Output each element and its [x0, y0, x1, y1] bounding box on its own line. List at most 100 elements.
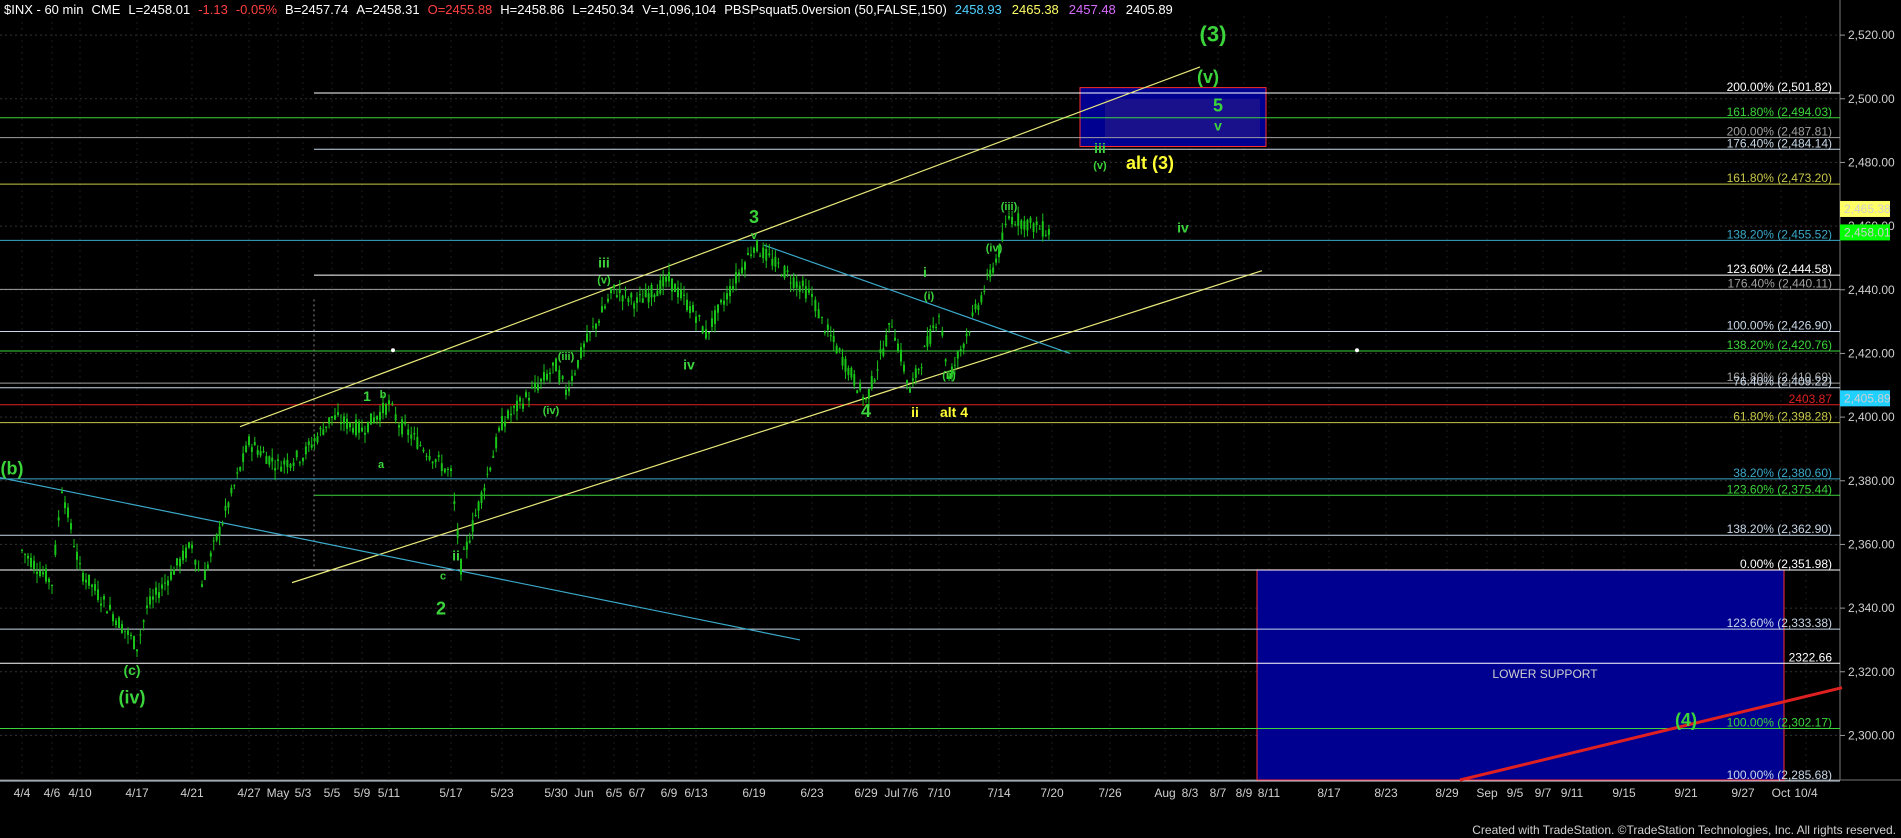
candle-body [683, 294, 685, 296]
header-field: PBSPsquat5.0version (50,FALSE,150) [724, 2, 947, 17]
candle-body [701, 326, 704, 334]
candle-body [431, 461, 434, 464]
y-tick-label: 2,520.00 [1848, 28, 1895, 42]
candle-body [367, 421, 369, 433]
candle-body [698, 315, 701, 317]
candle-body [36, 571, 38, 574]
fib-level-label: 100.00% (2,285.68) [1727, 768, 1832, 782]
x-tick-label: May [267, 786, 290, 800]
candle-body [268, 456, 271, 465]
candle-body [708, 332, 710, 334]
candle-body [161, 584, 163, 589]
candle-body [460, 559, 462, 575]
wave-label: 4 [861, 401, 871, 421]
fib-level-label: 161.80% (2,494.03) [1727, 105, 1832, 119]
candle-body [498, 427, 501, 432]
candle-body [227, 502, 230, 508]
candle-body [483, 487, 486, 491]
fib-level-label: 76.40% (2,409.22) [1733, 375, 1832, 389]
candle-body [862, 397, 865, 400]
x-tick-label: 7/14 [987, 786, 1011, 800]
candle-body [61, 491, 63, 493]
fib-level-label: 123.60% (2,333.38) [1727, 616, 1832, 630]
candle-body [256, 449, 259, 455]
candle-body [729, 286, 731, 296]
candle-body [118, 617, 120, 628]
x-tick-label: 5/17 [439, 786, 463, 800]
candle-body [531, 387, 533, 389]
x-tick-label: Sep [1476, 786, 1498, 800]
candle-body [136, 649, 138, 652]
fib-level-label: 61.80% (2,398.28) [1733, 410, 1832, 424]
wave-label: (iv) [543, 405, 560, 417]
marker-dot [1355, 348, 1359, 353]
candle-body [986, 273, 989, 275]
header-field: CME [91, 2, 120, 17]
x-tick-label: 9/27 [1731, 786, 1755, 800]
candle-body [644, 289, 647, 298]
candle-body [97, 589, 99, 600]
candle-body [847, 367, 850, 376]
candle-body [829, 335, 832, 337]
candle-body [534, 382, 536, 389]
wave-label: iii [598, 254, 610, 270]
candle-body [641, 298, 644, 303]
wave-label: (ii) [942, 370, 956, 382]
wave-label: 1 [363, 388, 371, 404]
x-tick-label: 6/5 [606, 786, 623, 800]
candle-body [437, 455, 440, 457]
candle-body [941, 330, 944, 336]
candle-body [352, 427, 354, 433]
candle-body [659, 280, 662, 294]
candle-body [674, 283, 676, 293]
fib-level-label: 123.60% (2,375.44) [1727, 482, 1832, 496]
wave-label: (c) [123, 662, 140, 678]
study-value: 2465.38 [1012, 2, 1059, 17]
candle-body [826, 324, 829, 330]
candle-body [580, 347, 582, 359]
candle-body [313, 438, 316, 442]
candle-body [307, 441, 310, 445]
fib-level-label: 176.40% (2,440.11) [1727, 276, 1832, 290]
candle-body [668, 272, 670, 282]
candle-body [1026, 219, 1029, 231]
candle-body [404, 421, 407, 425]
candle-body [853, 374, 856, 386]
candle-body [1017, 213, 1020, 226]
candle-body [274, 467, 277, 471]
candle-body [434, 459, 437, 463]
candle-body [792, 277, 795, 288]
candle-body [522, 403, 524, 409]
candle-body [139, 634, 142, 636]
candle-body [212, 540, 215, 542]
candle-body [103, 596, 105, 600]
x-tick-label: 7/10 [927, 786, 951, 800]
candle-body [817, 309, 820, 319]
candle-body [555, 358, 557, 372]
wave-label: (v) [1197, 67, 1219, 87]
fib-level-label: 38.20% (2,380.60) [1733, 466, 1832, 480]
candle-body [230, 487, 233, 494]
candle-body [624, 290, 627, 292]
x-tick-label: 8/23 [1374, 786, 1398, 800]
candle-body [507, 410, 509, 419]
candle-body [286, 459, 289, 467]
wave-label: 2 [436, 598, 446, 618]
x-tick-label: 9/7 [1535, 786, 1552, 800]
fib-level-label: 176.40% (2,484.14) [1727, 136, 1832, 150]
wave-label: 5 [1213, 96, 1223, 116]
candle-body [280, 466, 283, 472]
candle-body [218, 526, 221, 536]
header-field: -1.13 [198, 2, 228, 17]
candle-body [1008, 216, 1010, 219]
x-tick-label: 9/11 [1561, 786, 1584, 800]
candle-body [974, 303, 977, 310]
x-tick-label: 8/9 [1236, 786, 1253, 800]
x-tick-label: 9/5 [1507, 786, 1524, 800]
candle-body [492, 455, 495, 458]
candle-body [382, 402, 384, 414]
x-tick-label: 10/4 [1794, 786, 1818, 800]
candle-body [21, 549, 23, 551]
candle-body [262, 451, 265, 453]
candle-body [504, 421, 506, 427]
